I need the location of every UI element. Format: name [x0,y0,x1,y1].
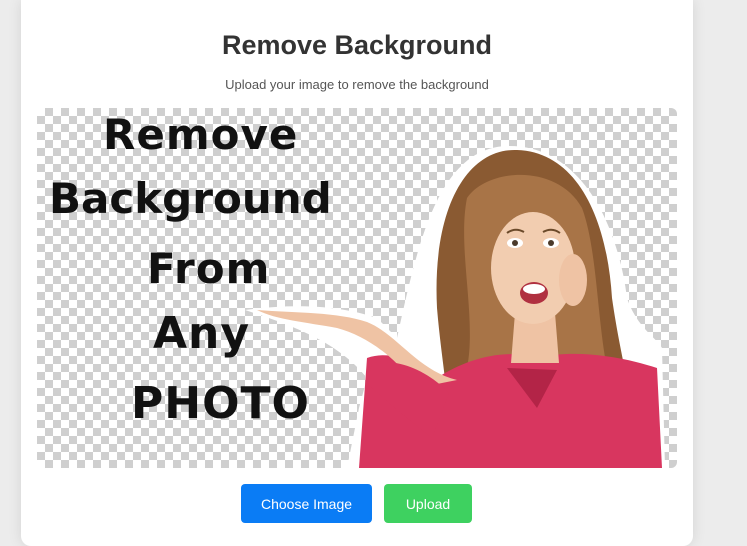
upload-button[interactable]: Upload [384,484,472,523]
upload-card: Remove Background Upload your image to r… [21,0,693,546]
person-cutout-image [245,145,665,468]
page-subtitle: Upload your image to remove the backgrou… [225,77,489,92]
page-title: Remove Background [221,30,493,60]
choose-image-button[interactable]: Choose Image [241,484,372,523]
image-preview: Remove Background From Any PHOTO [37,108,677,468]
